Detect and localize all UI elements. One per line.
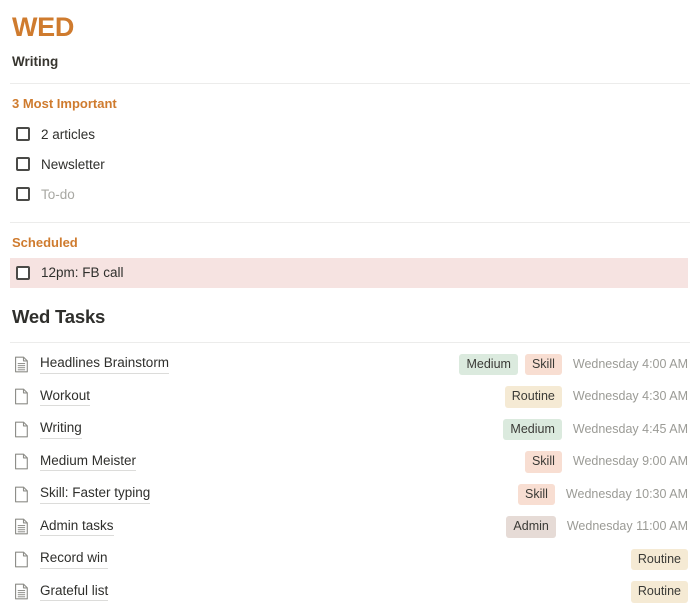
tag-medium[interactable]: Medium: [503, 418, 562, 441]
document-blank-icon: [15, 389, 28, 405]
task-name-link[interactable]: Writing: [40, 420, 82, 439]
tag-skill[interactable]: Skill: [518, 483, 555, 506]
task-timestamp: Wednesday 11:00 AM: [566, 519, 688, 534]
task-tags: Medium Skill: [459, 353, 562, 376]
tag-routine[interactable]: Routine: [630, 548, 688, 571]
daily-note-page: WED Writing 3 Most Important 2 articles N…: [0, 0, 700, 611]
page-title: WED: [12, 12, 75, 42]
tag-skill[interactable]: Skill: [524, 451, 562, 473]
table-row[interactable]: Headlines Brainstorm Medium Skill Wednesday…: [10, 348, 690, 381]
task-timestamp: Wednesday 4:30 AM: [572, 389, 688, 404]
task-name-link[interactable]: Workout: [40, 388, 91, 407]
checkbox-unchecked-icon[interactable]: [16, 157, 30, 172]
task-name-link[interactable]: Skill: Faster typing: [40, 485, 151, 504]
task-name-link[interactable]: Admin tasks: [40, 518, 114, 537]
task-timestamp: Wednesday 4:45 AM: [572, 421, 688, 436]
most-important-item-row[interactable]: Newsletter: [10, 149, 690, 179]
task-tags: Skill: [518, 483, 555, 506]
task-name-link[interactable]: Record win: [40, 550, 108, 569]
scheduled-item-label: 12pm: FB call: [41, 265, 124, 281]
section-header-scheduled: Scheduled: [12, 235, 78, 251]
task-tags: Routine: [630, 548, 688, 571]
tasks-heading: Wed Tasks: [12, 306, 106, 328]
task-tags: Admin: [506, 516, 556, 538]
task-tags: Medium: [503, 418, 562, 441]
checkbox-unchecked-icon[interactable]: [16, 187, 30, 202]
table-row[interactable]: Grateful list Routine: [10, 576, 690, 609]
table-row[interactable]: Workout Routine Wednesday 4:30 AM: [10, 381, 690, 414]
document-blank-icon: [15, 486, 28, 503]
section-header-most-important: 3 Most Important: [12, 96, 117, 112]
task-timestamp: Wednesday 9:00 AM: [572, 454, 688, 469]
task-name-link[interactable]: Headlines Brainstorm: [40, 355, 170, 374]
most-important-list: 2 articles Newsletter To-do: [10, 113, 690, 209]
tag-admin[interactable]: Admin: [506, 516, 556, 538]
table-row[interactable]: Admin tasks Admin Wednesday 11:00 AM: [10, 511, 690, 544]
task-list: Headlines Brainstorm Medium Skill Wednesday…: [10, 343, 690, 608]
checkbox-unchecked-icon[interactable]: [16, 127, 30, 142]
document-lined-icon: [15, 356, 28, 373]
table-row[interactable]: Writing Medium Wednesday 4:45 AM: [10, 413, 690, 446]
checkbox-unchecked-icon[interactable]: [16, 266, 30, 281]
most-important-item-label: To-do: [41, 186, 75, 202]
tag-routine[interactable]: Routine: [504, 386, 562, 408]
tag-routine[interactable]: Routine: [630, 581, 688, 603]
scheduled-item-row[interactable]: 12pm: FB call: [10, 258, 688, 289]
most-important-item-label: 2 articles: [41, 126, 96, 142]
task-timestamp: Wednesday 10:30 AM: [565, 486, 688, 501]
tag-medium[interactable]: Medium: [459, 353, 518, 376]
table-row[interactable]: Medium Meister Skill Wednesday 9:00 AM: [10, 446, 690, 479]
document-lined-icon: [15, 519, 28, 535]
most-important-item-row[interactable]: 2 articles: [10, 119, 690, 149]
table-row[interactable]: Skill: Faster typing Skill Wednesday 10:30…: [10, 478, 690, 511]
document-lined-icon: [15, 584, 28, 600]
task-name-link[interactable]: Medium Meister: [40, 453, 137, 472]
task-tags: Skill: [524, 451, 562, 473]
page-subtitle: Writing: [12, 53, 59, 69]
task-tags: Routine: [504, 386, 562, 408]
document-blank-icon: [15, 454, 28, 470]
tag-skill[interactable]: Skill: [524, 353, 562, 376]
document-blank-icon: [15, 551, 28, 568]
table-row[interactable]: Record win Routine: [10, 543, 690, 576]
most-important-item-label: Newsletter: [41, 156, 105, 172]
task-timestamp: Wednesday 4:00 AM: [572, 356, 688, 371]
task-tags: Routine: [630, 581, 688, 603]
task-name-link[interactable]: Grateful list: [40, 583, 109, 602]
scheduled-list: 12pm: FB call: [10, 252, 690, 289]
document-blank-icon: [15, 421, 28, 438]
most-important-item-row[interactable]: To-do: [10, 179, 690, 209]
